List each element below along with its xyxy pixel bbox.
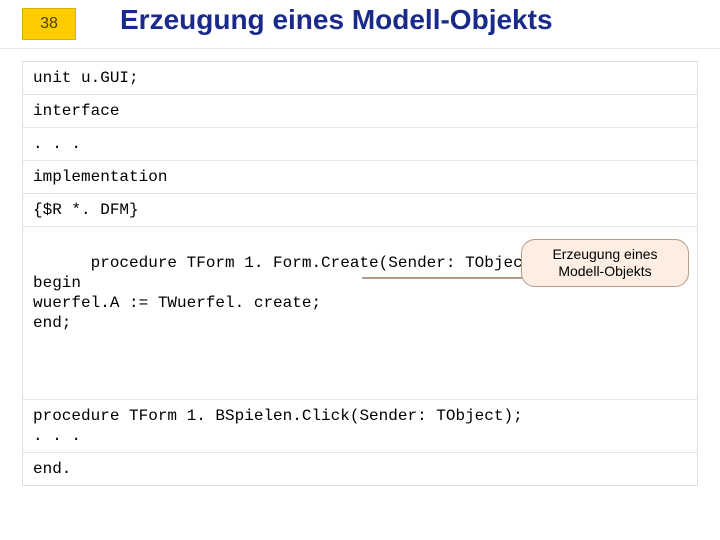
code-row-bspielen: procedure TForm 1. BSpielen.Click(Sender… xyxy=(23,400,697,453)
page-number-box: 38 xyxy=(22,8,76,40)
code-row-unit: unit u.GUI; xyxy=(23,62,697,95)
code-text-formcreate: procedure TForm 1. Form.Create(Sender: T… xyxy=(33,254,551,332)
slide-title: Erzeugung eines Modell-Objekts xyxy=(120,4,553,36)
code-row-ellipsis1: . . . xyxy=(23,128,697,161)
code-row-resource: {$R *. DFM} xyxy=(23,194,697,227)
slide-header: 38 Erzeugung eines Modell-Objekts xyxy=(0,0,720,49)
callout-text: Erzeugung eines Modell-Objekts xyxy=(552,246,657,279)
callout-box: Erzeugung eines Modell-Objekts xyxy=(521,239,689,287)
slide: 38 Erzeugung eines Modell-Objekts unit u… xyxy=(0,0,720,540)
code-row-end: end. xyxy=(23,453,697,485)
page-number: 38 xyxy=(40,15,58,33)
callout-connector xyxy=(362,277,522,279)
code-box: unit u.GUI; interface . . . implementati… xyxy=(22,61,698,486)
code-row-interface: interface xyxy=(23,95,697,128)
code-row-implementation: implementation xyxy=(23,161,697,194)
code-row-formcreate: procedure TForm 1. Form.Create(Sender: T… xyxy=(23,227,697,400)
